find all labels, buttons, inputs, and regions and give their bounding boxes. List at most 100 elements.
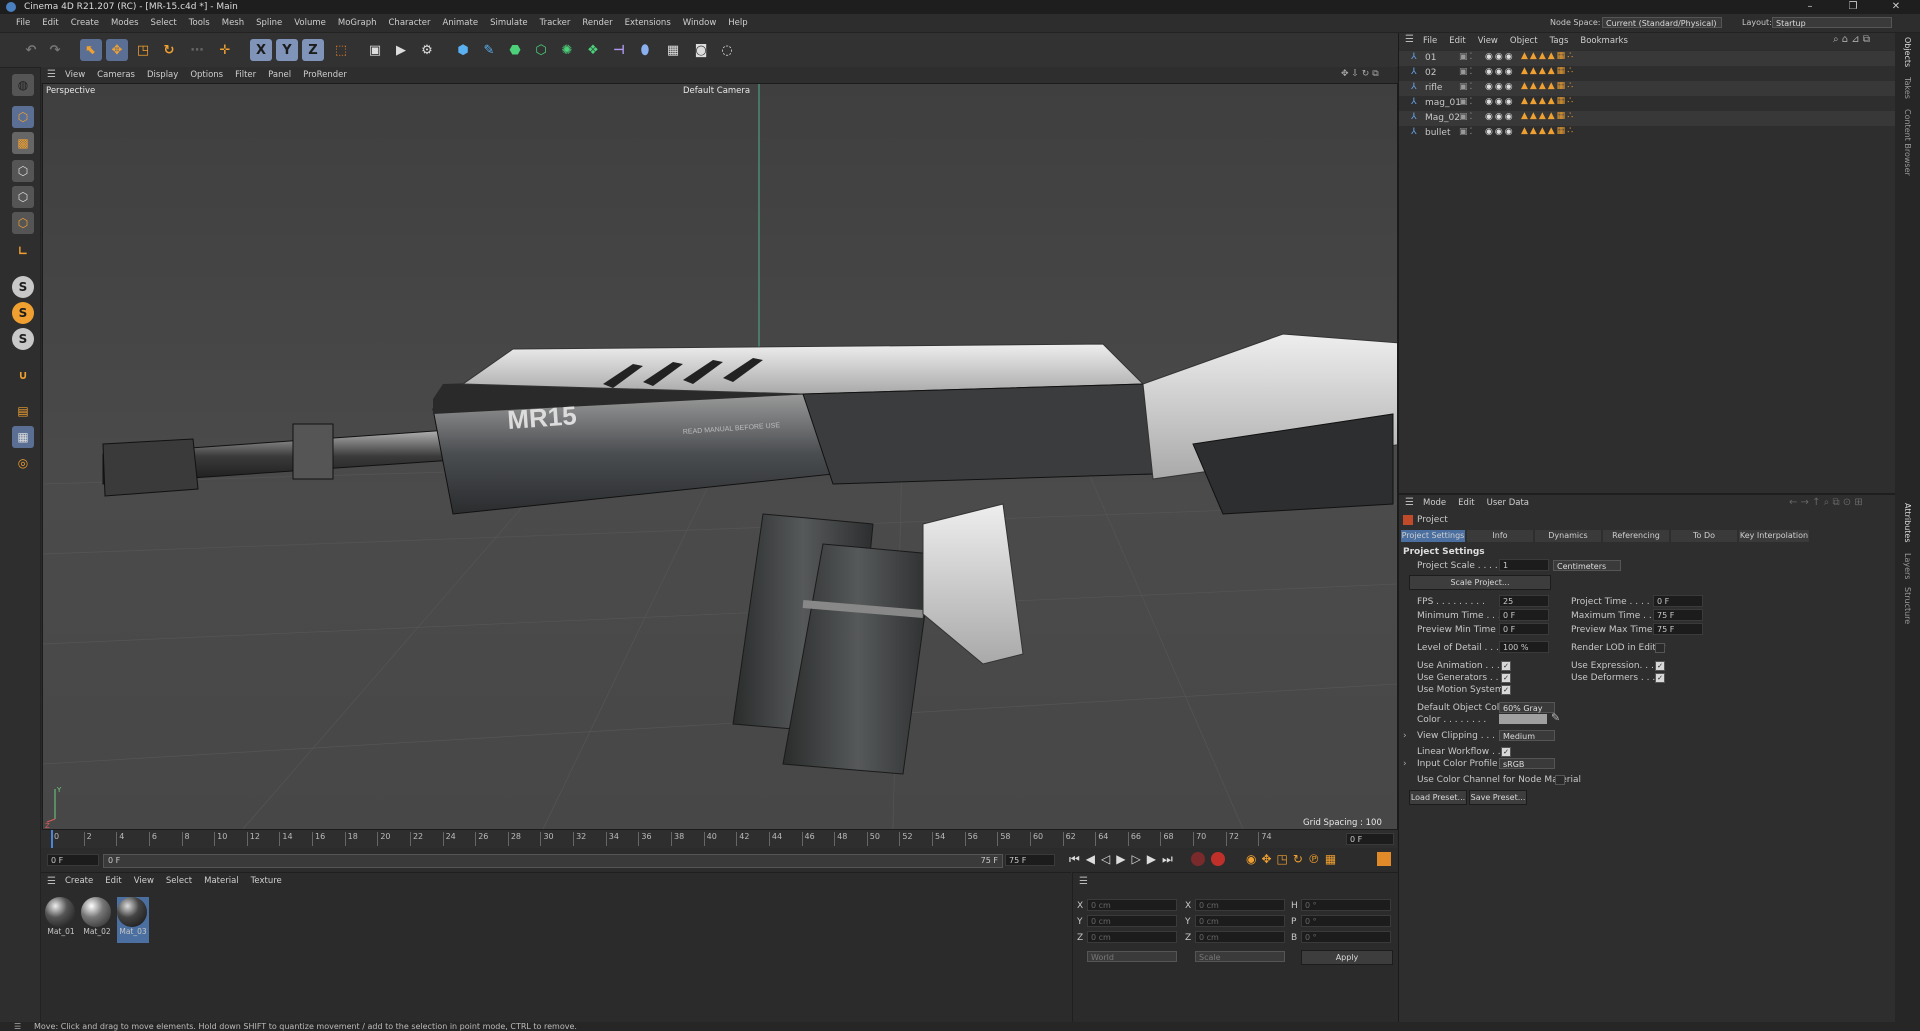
floor-icon[interactable]: ▦ <box>662 39 684 61</box>
use-motion-checkbox[interactable]: ✓ <box>1501 685 1511 695</box>
camera-icon[interactable]: ◙ <box>690 39 712 61</box>
side-tab-layers[interactable]: Layers <box>1903 553 1912 579</box>
redo-icon[interactable]: ↷ <box>44 39 66 61</box>
tab-dynamics[interactable]: Dynamics <box>1535 530 1601 542</box>
3d-viewport[interactable]: Perspective Default Camera MR15 READ MAN… <box>42 83 1398 830</box>
color-swatch[interactable] <box>1499 714 1547 724</box>
render-lod-checkbox[interactable] <box>1655 643 1665 653</box>
end-frame-field[interactable]: 75 F <box>1005 854 1055 866</box>
material-tags[interactable]: ◉◉◉ <box>1485 67 1515 77</box>
object-name[interactable]: mag_01 <box>1425 98 1461 108</box>
expand-chevron-icon[interactable]: › <box>1403 731 1407 741</box>
use-deformers-checkbox[interactable]: ✓ <box>1655 673 1665 683</box>
locked-workplane-icon[interactable]: ◎ <box>12 452 34 474</box>
close-button[interactable]: ✕ <box>1876 0 1916 14</box>
visibility-toggles[interactable]: ▣⁚ <box>1459 112 1474 122</box>
autokey-icon[interactable] <box>1211 852 1225 866</box>
max-time-field[interactable]: 75 F <box>1653 609 1703 621</box>
coord-scale-dropdown[interactable]: Scale <box>1195 951 1285 962</box>
project-scale-field[interactable]: 1 <box>1499 559 1549 571</box>
light-icon[interactable]: ◌ <box>716 39 738 61</box>
render-settings-icon[interactable]: ⚙ <box>416 39 438 61</box>
min-time-field[interactable]: 0 F <box>1499 609 1549 621</box>
menu-spline[interactable]: Spline <box>256 18 282 28</box>
pos-x-field[interactable]: 0 cm <box>1087 899 1177 911</box>
menu-extensions[interactable]: Extensions <box>625 18 671 28</box>
linear-workflow-checkbox[interactable]: ✓ <box>1501 747 1511 757</box>
menu-animate[interactable]: Animate <box>442 18 478 28</box>
apply-button[interactable]: Apply <box>1301 950 1393 965</box>
material-tags[interactable]: ◉◉◉ <box>1485 112 1515 122</box>
select-tool-icon[interactable]: ⬉ <box>80 39 102 61</box>
material-menu-icon[interactable]: ☰ <box>47 876 56 887</box>
attr-menu-mode[interactable]: Mode <box>1423 498 1446 508</box>
save-preset-button[interactable]: Save Preset... <box>1469 790 1527 805</box>
rot-h-field[interactable]: 0 ° <box>1301 899 1391 911</box>
tab-to-do[interactable]: To Do <box>1671 530 1737 542</box>
subdivision-icon[interactable]: ⬣ <box>504 39 526 61</box>
object-row[interactable]: ⅄ mag_01 ▣⁚ ◉◉◉ ▲▲▲▲▦∴ <box>1399 96 1895 111</box>
range-slider[interactable]: 0 F 75 F <box>103 854 1003 868</box>
scale-project-button[interactable]: Scale Project... <box>1409 575 1551 590</box>
material-tags[interactable]: ◉◉◉ <box>1485 127 1515 137</box>
menu-mesh[interactable]: Mesh <box>222 18 244 28</box>
move-tool-icon[interactable]: ✥ <box>106 39 128 61</box>
material-swatch-2[interactable]: Mat_02 <box>81 897 113 943</box>
tab-project-settings[interactable]: Project Settings <box>1401 530 1465 542</box>
edges-mode-icon[interactable]: ⬡ <box>12 186 34 208</box>
default-color-dropdown[interactable]: 60% Gray <box>1499 702 1555 713</box>
undo-icon[interactable]: ↶ <box>20 39 42 61</box>
menu-volume[interactable]: Volume <box>294 18 326 28</box>
side-tab-attributes[interactable]: Attributes <box>1903 503 1912 543</box>
view-clipping-dropdown[interactable]: Medium <box>1499 730 1555 741</box>
coordinate-system-icon[interactable]: ⬚ <box>330 39 352 61</box>
array-icon[interactable]: ❖ <box>582 39 604 61</box>
playhead[interactable] <box>51 830 53 848</box>
tab-key-interpolation[interactable]: Key Interpolation <box>1739 530 1809 542</box>
visibility-toggles[interactable]: ▣⁚ <box>1459 97 1474 107</box>
render-picture-viewer-icon[interactable]: ▶ <box>390 39 412 61</box>
coord-system-dropdown[interactable]: World <box>1087 951 1177 962</box>
node-space-dropdown[interactable]: Current (Standard/Physical) <box>1602 17 1722 28</box>
minimize-button[interactable]: – <box>1790 0 1830 14</box>
size-x-field[interactable]: 0 cm <box>1195 899 1285 911</box>
extrude-icon[interactable]: ⬡ <box>530 39 552 61</box>
menu-tools[interactable]: Tools <box>189 18 210 28</box>
object-name[interactable]: rifle <box>1425 83 1442 93</box>
obj-menu-view[interactable]: View <box>1478 36 1498 46</box>
grid-icon[interactable]: ▦ <box>12 426 34 448</box>
vp-menu-view[interactable]: View <box>65 70 85 80</box>
tab-referencing[interactable]: Referencing <box>1603 530 1669 542</box>
vp-menu-cameras[interactable]: Cameras <box>97 70 135 80</box>
menu-create[interactable]: Create <box>71 18 99 28</box>
object-row[interactable]: ⅄ rifle ▣⁚ ◉◉◉ ▲▲▲▲▦∴ <box>1399 81 1895 96</box>
current-frame-field[interactable]: 0 F <box>1346 833 1394 845</box>
obj-menu-edit[interactable]: Edit <box>1449 36 1465 46</box>
timeline-window-icon[interactable] <box>1377 852 1391 866</box>
live-selection-icon[interactable]: ✛ <box>214 39 236 61</box>
status-menu-icon[interactable]: ☰ <box>14 1022 21 1031</box>
magnet-icon[interactable]: ∪ <box>12 364 34 386</box>
menu-character[interactable]: Character <box>389 18 431 28</box>
menu-tracker[interactable]: Tracker <box>540 18 571 28</box>
render-view-icon[interactable]: ▣ <box>364 39 386 61</box>
obj-menu-object[interactable]: Object <box>1510 36 1538 46</box>
menu-window[interactable]: Window <box>683 18 717 28</box>
attr-menu-edit[interactable]: Edit <box>1458 498 1474 508</box>
playback-controls[interactable]: ⏮◀◁▶▷▶⏭ <box>1069 852 1179 867</box>
key-mode-icons[interactable]: ◉✥◳↻℗▦ <box>1246 852 1341 866</box>
mat-menu-texture[interactable]: Texture <box>251 876 282 886</box>
project-time-field[interactable]: 0 F <box>1653 595 1703 607</box>
points-mode-icon[interactable]: ⬡ <box>12 160 34 182</box>
timeline-ruler[interactable]: 0 2 4 6 8 10 12 14 16 18 20 22 24 26 28 30 32 34 36 38 40 42 4… <box>41 830 1397 848</box>
material-tags[interactable]: ◉◉◉ <box>1485 52 1515 62</box>
material-tags[interactable]: ◉◉◉ <box>1485 82 1515 92</box>
vp-menu-options[interactable]: Options <box>190 70 223 80</box>
phong-tags[interactable]: ▲▲▲▲▦∴ <box>1521 111 1575 121</box>
menu-modes[interactable]: Modes <box>111 18 139 28</box>
expand-chevron-icon[interactable]: › <box>1403 759 1407 769</box>
color-picker-icon[interactable]: ✎ <box>1551 711 1560 724</box>
side-tab-structure[interactable]: Structure <box>1903 587 1912 624</box>
menu-file[interactable]: File <box>16 18 30 28</box>
object-name[interactable]: 02 <box>1425 68 1436 78</box>
